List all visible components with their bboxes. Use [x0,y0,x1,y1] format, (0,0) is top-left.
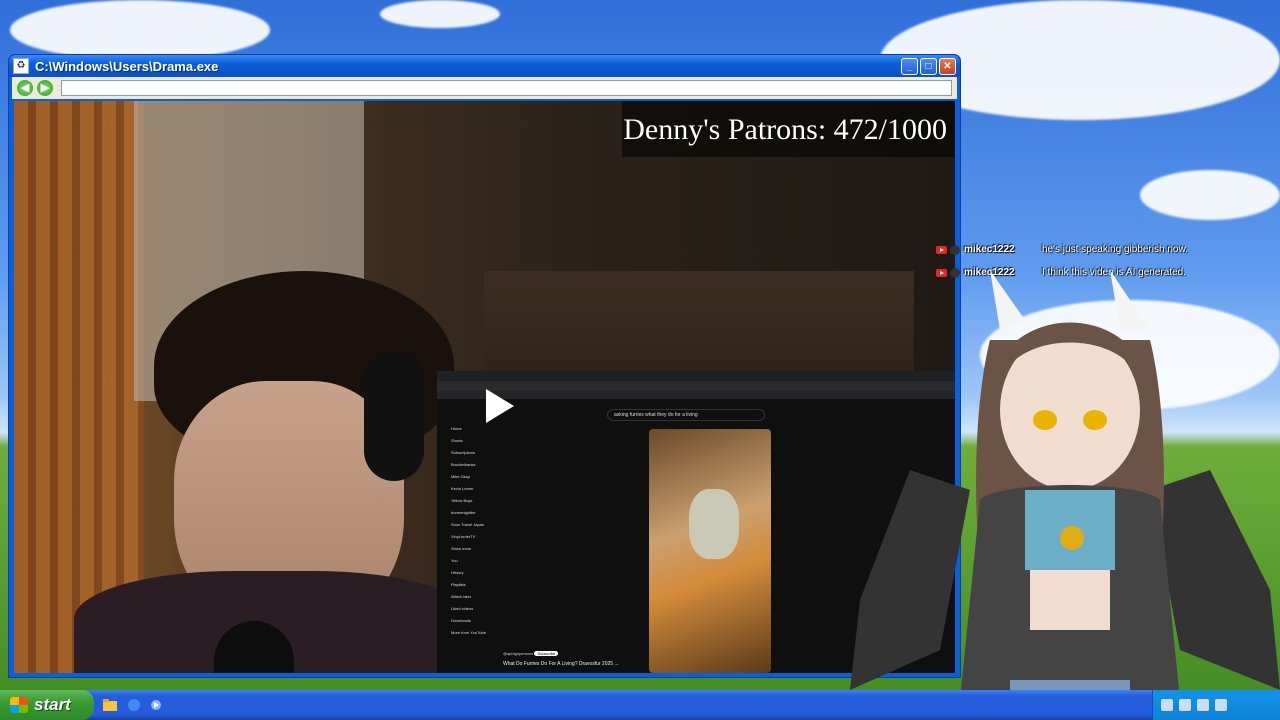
shield-icon[interactable] [1161,699,1173,711]
start-button[interactable]: start [0,690,94,720]
chat-username: mikec1222 [964,244,1015,255]
vtuber-avatar [850,270,1280,720]
play-icon[interactable] [474,383,520,429]
sidebar-item[interactable]: Brookethanks [437,459,507,471]
webcam-stream-view: Denny's Patrons: 472/1000 asking furries… [14,101,955,673]
youtube-search-input[interactable]: asking furries what they do for a living [607,409,765,421]
chat-text: he's just speaking gibberish now. [1042,244,1188,255]
window-title: C:\Windows\Users\Drama.exe [35,58,219,74]
media-icon[interactable] [148,697,164,713]
windows-logo-icon [10,697,28,713]
sidebar-item[interactable]: Show more [437,543,507,555]
volume-icon[interactable] [1197,699,1209,711]
short-title: What Do Furries Do For A Living? Dravosf… [503,661,619,667]
drama-window: ♻ C:\Windows\Users\Drama.exe _ □ ✕ ◀ ▶ D… [8,54,961,678]
sky-cloud [1140,170,1280,220]
sidebar-item[interactable]: Downloads [437,615,507,627]
address-bar[interactable] [61,80,952,96]
sidebar-item[interactable]: Liked videos [437,603,507,615]
channel-name[interactable]: @aphigirpersons Subscribe [503,651,559,656]
back-button[interactable]: ◀ [17,80,33,96]
sidebar-item[interactable]: You [437,555,507,567]
sidebar-item[interactable]: Sous Travel Japan [437,519,507,531]
sidebar-item[interactable]: Shorts [437,435,507,447]
chat-message: mikec1222 he's just speaking gibberish n… [936,238,1266,261]
sidebar-item[interactable]: Yellow Boys [437,495,507,507]
recycle-bin-icon: ♻ [13,58,29,74]
sidebar-item[interactable]: Mike Okay [437,471,507,483]
fursuit-head [689,489,739,559]
minimize-button[interactable]: _ [901,57,918,75]
sidebar-item[interactable]: Watch later [437,591,507,603]
browser-icon[interactable] [126,697,142,713]
sidebar-item[interactable]: Subscriptions [437,447,507,459]
start-label: start [34,695,71,714]
avatar [950,244,960,255]
sky-cloud [10,0,270,60]
close-button[interactable]: ✕ [939,57,956,75]
sidebar-item[interactable]: More from YouTube [437,627,507,639]
clock-icon[interactable] [1215,699,1227,711]
sky-cloud [380,0,500,28]
patrons-counter: Denny's Patrons: 472/1000 [622,101,955,157]
sidebar-item[interactable]: bonermightbe [437,507,507,519]
youtube-short-video[interactable] [649,429,771,673]
navigation-bar: ◀ ▶ [12,77,957,99]
sidebar-item[interactable]: VinyLorderTV [437,531,507,543]
youtube-sidebar: Home Shorts Subscriptions Brookethanks M… [437,423,507,673]
taskbar: start [0,690,1280,720]
network-icon[interactable] [1179,699,1191,711]
system-tray [1152,690,1280,720]
headphones [364,351,424,481]
sidebar-item[interactable]: Playlists [437,579,507,591]
maximize-button[interactable]: □ [920,57,937,75]
forward-button[interactable]: ▶ [37,80,53,96]
subscribe-button[interactable]: Subscribe [534,651,559,656]
window-titlebar[interactable]: ♻ C:\Windows\Users\Drama.exe _ □ ✕ [9,55,960,77]
sidebar-item[interactable]: Kevin Lerner [437,483,507,495]
folder-icon[interactable] [102,697,118,713]
youtube-icon [936,245,947,254]
sidebar-item[interactable]: History [437,567,507,579]
